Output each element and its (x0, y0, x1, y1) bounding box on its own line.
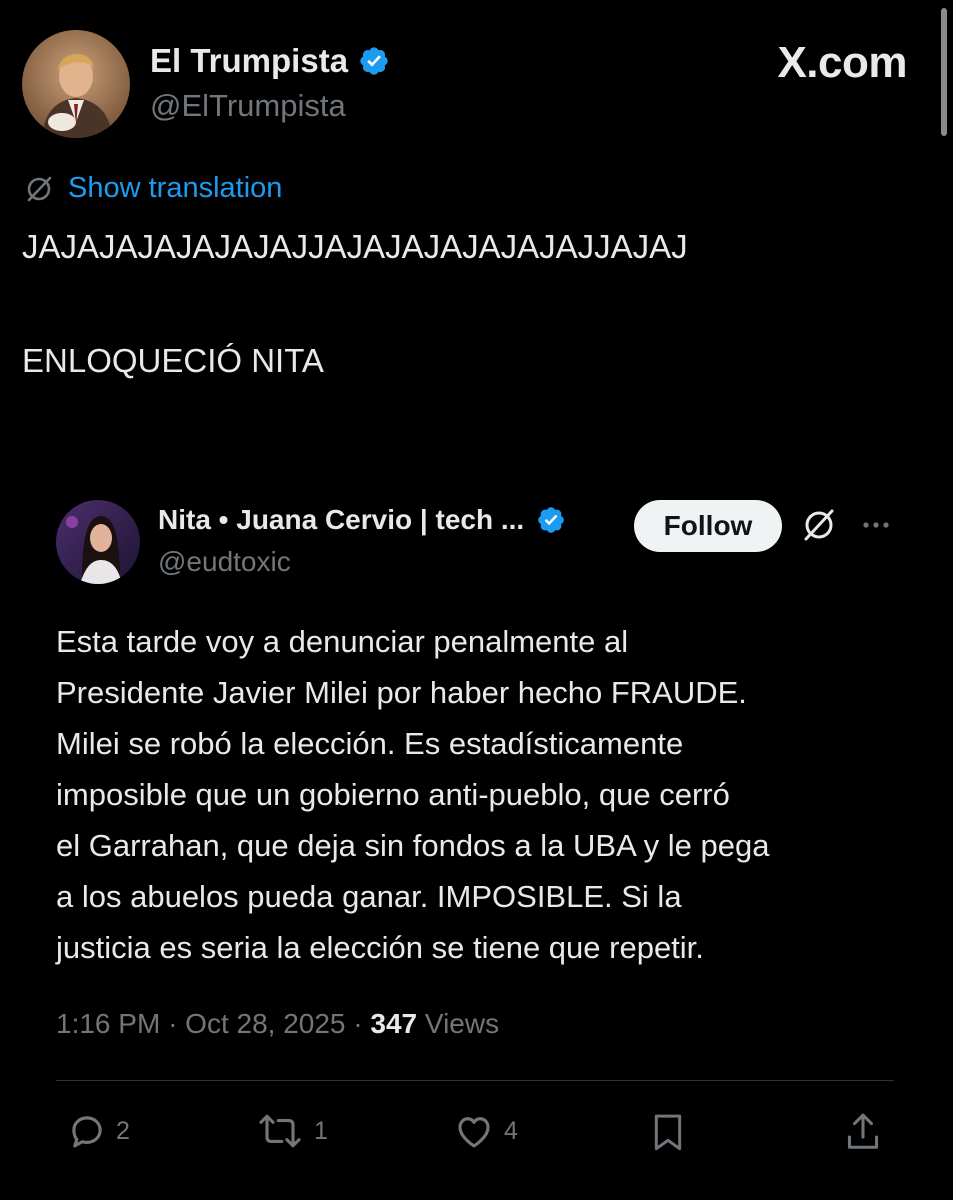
verified-badge-icon (360, 47, 388, 75)
scrollbar[interactable] (941, 8, 947, 136)
repost-button[interactable]: 1 (254, 1110, 328, 1152)
reply-icon (72, 1116, 102, 1148)
views-label: Views (424, 1008, 500, 1039)
site-brand: X.com (777, 38, 907, 87)
share-icon (847, 1113, 879, 1149)
author-display-name[interactable]: El Trumpista (150, 42, 390, 80)
quoted-author-avatar[interactable] (56, 500, 140, 584)
repost-count: 1 (314, 1116, 328, 1145)
quoted-tweet-body: Esta tarde voy a denunciar penalmente al… (56, 616, 916, 973)
verified-badge-icon (538, 507, 564, 533)
divider (56, 1080, 894, 1081)
reply-count: 2 (116, 1116, 130, 1145)
bookmark-icon (654, 1114, 682, 1151)
quoted-tweet-meta: 1:16 PM · Oct 28, 2025 · 347 Views (56, 1008, 499, 1040)
bookmark-button[interactable] (648, 1110, 688, 1154)
quoted-text-line: el Garrahan, que deja sin fondos a la UB… (56, 828, 770, 863)
repost-icon (259, 1114, 301, 1148)
quoted-author-handle[interactable]: @eudtoxic (158, 546, 291, 578)
follow-button[interactable]: Follow (634, 500, 782, 552)
share-button[interactable] (842, 1110, 884, 1154)
quoted-text-line: Esta tarde voy a denunciar penalmente al (56, 624, 629, 659)
quoted-author-name-text[interactable]: Nita • Juana Cervio | tech ... (158, 504, 524, 536)
like-icon (458, 1117, 490, 1148)
quoted-author-name[interactable]: Nita • Juana Cervio | tech ... (158, 504, 566, 536)
show-translation-link[interactable]: Show translation (24, 172, 282, 205)
meta-separator: · (168, 1008, 178, 1039)
meta-separator: · (353, 1008, 363, 1039)
tweet-text-line: ENLOQUECIÓ NITA (22, 342, 324, 379)
tweet-time[interactable]: 1:16 PM (56, 1008, 160, 1039)
quoted-text-line: Milei se robó la elección. Es estadístic… (56, 726, 684, 761)
like-button[interactable]: 4 (452, 1110, 518, 1152)
author-avatar[interactable] (22, 30, 130, 138)
author-handle[interactable]: @ElTrumpista (150, 88, 346, 124)
translate-icon (27, 176, 52, 201)
tweet-text-line: JAJAJAJAJAJAJAJJAJAJAJAJAJAJAJJAJAJ (22, 228, 688, 265)
quoted-text-line: imposible que un gobierno anti-pueblo, q… (56, 777, 730, 812)
show-translation-label[interactable]: Show translation (68, 172, 282, 205)
quoted-text-line: justicia es seria la elección se tiene q… (56, 930, 704, 965)
views-count: 347 (370, 1008, 418, 1039)
translate-icon[interactable] (800, 506, 838, 544)
tweet-date[interactable]: Oct 28, 2025 (185, 1008, 345, 1039)
more-options-icon[interactable] (858, 510, 894, 540)
like-count: 4 (504, 1116, 518, 1145)
quoted-text-line: Presidente Javier Milei por haber hecho … (56, 675, 747, 710)
author-name-text[interactable]: El Trumpista (150, 42, 348, 80)
reply-button[interactable]: 2 (66, 1110, 130, 1152)
quoted-text-line: a los abuelos pueda ganar. IMPOSIBLE. Si… (56, 879, 682, 914)
